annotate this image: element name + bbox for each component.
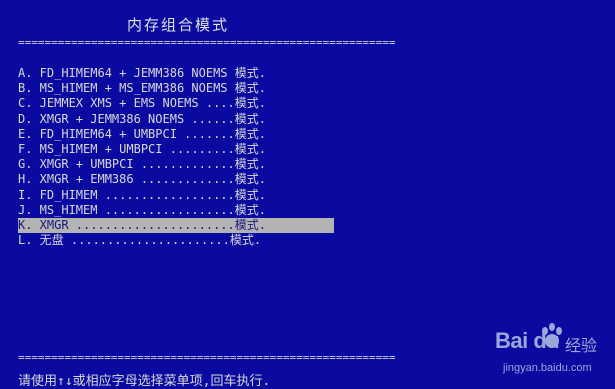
menu-item-a[interactable]: A. FD_HIMEM64 + JEMM386 NOEMS 模式. bbox=[18, 66, 334, 81]
menu-item-l[interactable]: L. 无盘 ......................模式. bbox=[18, 233, 334, 248]
menu-item-k[interactable]: K. XMGR ......................模式. bbox=[18, 217, 334, 234]
menu-item-d[interactable]: D. XMGR + JEMM386 NOEMS ......模式. bbox=[18, 112, 334, 127]
menu-item-g[interactable]: G. XMGR + UMBPCI .............模式. bbox=[18, 157, 334, 172]
help-text: 请使用↑↓或相应字母选择菜单项,回车执行. bbox=[18, 374, 271, 389]
menu-item-c[interactable]: C. JEMMEX XMS + EMS NOEMS ....模式. bbox=[18, 96, 334, 111]
menu-item-i[interactable]: I. FD_HIMEM ..................模式. bbox=[18, 188, 334, 203]
menu-list: A. FD_HIMEM64 + JEMM386 NOEMS 模式. B. MS_H… bbox=[18, 66, 334, 248]
menu-item-f[interactable]: F. MS_HIMEM + UMBPCI .........模式. bbox=[18, 142, 334, 157]
menu-item-h[interactable]: H. XMGR + EMM386 .............模式. bbox=[18, 172, 334, 187]
menu-item-b[interactable]: B. MS_HIMEM + MS_EMM386 NOEMS 模式. bbox=[18, 81, 334, 96]
menu-item-e[interactable]: E. FD_HIMEM64 + UMBPCI .......模式. bbox=[18, 127, 334, 142]
top-divider: ========================================… bbox=[18, 36, 396, 49]
boot-menu-screen: 内存组合模式 =================================… bbox=[0, 0, 615, 389]
watermark-url: jingyan.baidu.com bbox=[503, 362, 592, 374]
menu-item-j[interactable]: J. MS_HIMEM ..................模式. bbox=[18, 203, 334, 218]
bottom-divider: ========================================… bbox=[18, 351, 396, 364]
watermark: Bai du 经验 jingyan.baidu.com bbox=[495, 322, 605, 384]
watermark-brand: 经验 bbox=[565, 338, 598, 355]
paw-icon bbox=[542, 323, 562, 348]
menu-title: 内存组合模式 bbox=[127, 16, 230, 34]
